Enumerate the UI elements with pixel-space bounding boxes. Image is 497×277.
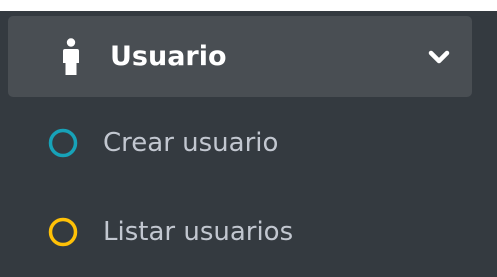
sidebar-panel: Usuario Crear usuario Listar usuarios	[0, 11, 497, 277]
menu-toggle-label: Usuario	[110, 41, 227, 72]
menu-toggle-usuario[interactable]: Usuario	[8, 16, 472, 97]
nav-item-listar-usuarios[interactable]: Listar usuarios	[8, 203, 472, 263]
person-icon	[63, 38, 79, 75]
nav-item-crear-usuario[interactable]: Crear usuario	[8, 114, 472, 174]
circle-outline-icon	[48, 128, 78, 158]
nav-item-label: Crear usuario	[103, 128, 279, 158]
chevron-down-icon[interactable]	[427, 50, 451, 66]
circle-outline-icon	[48, 217, 78, 247]
nav-item-label: Listar usuarios	[103, 217, 294, 247]
